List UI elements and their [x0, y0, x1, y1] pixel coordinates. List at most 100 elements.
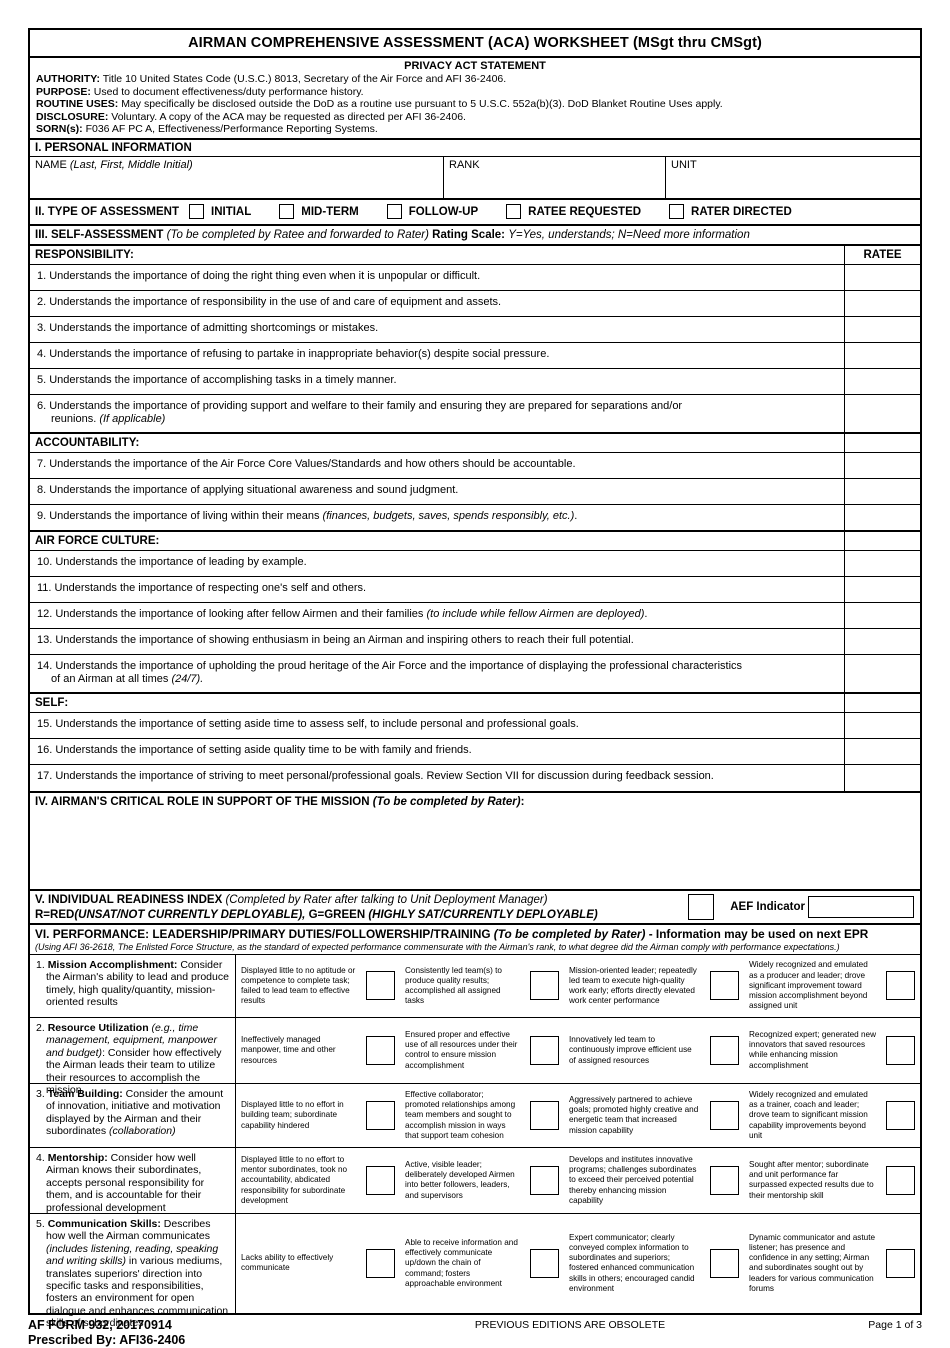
ratee-response-box[interactable]	[844, 342, 920, 368]
question-text: 11. Understands the importance of respec…	[37, 581, 367, 594]
performance-level-4-text: Widely recognized and emulated as a prod…	[749, 960, 868, 1011]
section-5-legend: R=RED(UNSAT/NOT CURRENTLY DEPLOYABLE), G…	[35, 909, 683, 921]
assessment-option-initial[interactable]: INITIAL	[189, 204, 252, 220]
ratee-response-box[interactable]	[844, 602, 920, 628]
criterion-number: 3.	[36, 1087, 45, 1100]
table-row: 5. Understands the importance of accompl…	[30, 368, 920, 395]
performance-level-3-checkbox-wrap	[704, 971, 744, 1001]
ratee-response-box[interactable]	[844, 576, 920, 602]
ratee-response-box[interactable]	[844, 452, 920, 478]
performance-level-4-checkbox-wrap	[880, 1100, 920, 1130]
assessment-option-rater-directed[interactable]: RATER DIRECTED	[669, 204, 792, 220]
performance-level-3-checkbox[interactable]	[709, 1035, 739, 1065]
checkbox-initial[interactable]	[189, 204, 204, 220]
question-tail: .	[574, 509, 578, 522]
performance-level-1-checkbox[interactable]	[365, 971, 395, 1001]
section-5-heading: V. INDIVIDUAL READINESS INDEX	[35, 893, 223, 906]
performance-level-1-checkbox-wrap	[360, 1100, 400, 1130]
assessment-option-initial-label: INITIAL	[211, 205, 252, 218]
ratee-response-box[interactable]	[844, 504, 920, 530]
assessment-option-ratee-requested[interactable]: RATEE REQUESTED	[506, 204, 641, 220]
performance-level-1-checkbox[interactable]	[365, 1165, 395, 1195]
rank-field[interactable]: RANK	[444, 156, 666, 198]
performance-criterion-text: 5. Communication Skills: Describes how w…	[36, 1218, 231, 1330]
ratee-response-box[interactable]	[844, 264, 920, 290]
ratee-response-box[interactable]	[844, 368, 920, 394]
performance-level-2-checkbox[interactable]	[529, 1248, 559, 1278]
legend-green-label: G=GREEN	[308, 908, 366, 921]
checkbox-rater-directed[interactable]	[669, 204, 685, 220]
group-label-air-force-culture: AIR FORCE CULTURE:	[35, 534, 160, 547]
table-row: 13. Understands the importance of showin…	[30, 628, 920, 655]
performance-row-team-building: 3. Team Building: Consider the amount of…	[30, 1082, 920, 1147]
page-number: Page 1 of 3	[868, 1318, 922, 1331]
section-4-heading: IV. AIRMAN'S CRITICAL ROLE IN SUPPORT OF…	[35, 795, 370, 808]
name-field[interactable]: NAME (Last, First, Middle Initial)	[30, 156, 444, 198]
privacy-text-sorn: F036 AF PC A, Effectiveness/Performance …	[85, 123, 378, 136]
performance-level-2-text: Ensured proper and effective use of all …	[405, 1030, 518, 1070]
question-text: 17. Understands the importance of strivi…	[37, 769, 714, 782]
table-row: 17. Understands the importance of strivi…	[30, 764, 920, 791]
privacy-text-disclosure: Voluntary. A copy of the ACA may be requ…	[111, 110, 466, 123]
rating-scale-value: Y=Yes, understands; N=Need more informat…	[508, 228, 750, 241]
performance-level-2-checkbox-wrap	[524, 1100, 564, 1130]
performance-level-1-checkbox[interactable]	[365, 1248, 395, 1278]
performance-level-2-checkbox[interactable]	[529, 1165, 559, 1195]
performance-level-2-checkbox[interactable]	[529, 1100, 559, 1130]
performance-level-3-checkbox[interactable]	[709, 1100, 739, 1130]
question-text: 1. Understands the importance of doing t…	[37, 269, 481, 282]
performance-level-3-checkbox[interactable]	[709, 971, 739, 1001]
name-hint: (Last, First, Middle Initial)	[69, 158, 193, 171]
question-sub-text: of an Airman at all times	[51, 673, 172, 686]
criterion-bold: Resource Utilization	[47, 1021, 149, 1034]
criterion-italic: (collaboration)	[109, 1125, 176, 1138]
performance-row-mentorship: 4. Mentorship: Consider how well Airman …	[30, 1146, 920, 1214]
ratee-response-box[interactable]	[844, 738, 920, 764]
criterion-number: 1.	[36, 958, 45, 971]
performance-level-4-text: Sought after mentor; subordinate and uni…	[749, 1160, 874, 1200]
question-main: 14. Understands the importance of uphold…	[37, 659, 743, 672]
performance-level-4-checkbox[interactable]	[885, 1248, 915, 1278]
performance-level-1-checkbox[interactable]	[365, 1100, 395, 1130]
checkbox-ratee-requested[interactable]	[506, 204, 522, 220]
section-4-heading-row: IV. AIRMAN'S CRITICAL ROLE IN SUPPORT OF…	[30, 793, 920, 811]
checkbox-mid-term[interactable]	[279, 204, 295, 220]
performance-level-4-checkbox[interactable]	[885, 971, 915, 1001]
table-row: 16. Understands the importance of settin…	[30, 738, 920, 765]
ratee-response-box[interactable]	[844, 712, 920, 738]
performance-level-3-text: Expert communicator; clearly conveyed co…	[569, 1232, 695, 1293]
table-row: 2. Understands the importance of respons…	[30, 290, 920, 317]
performance-level-1-checkbox[interactable]	[365, 1035, 395, 1065]
criterion-bold: Communication Skills:	[47, 1217, 161, 1230]
checkbox-follow-up[interactable]	[386, 204, 402, 220]
form-number: AF FORM 932, 20170914	[28, 1317, 172, 1332]
performance-level-3-checkbox[interactable]	[709, 1165, 739, 1195]
aef-indicator-input[interactable]	[808, 895, 914, 918]
performance-level-4-checkbox[interactable]	[885, 1035, 915, 1065]
ratee-response-box[interactable]	[844, 628, 920, 654]
performance-criterion-title: 3. Team Building: Consider the amount of…	[30, 1083, 236, 1147]
table-row: 8. Understands the importance of applyin…	[30, 478, 920, 505]
assessment-option-follow-up[interactable]: FOLLOW-UP	[386, 204, 478, 220]
readiness-index-box[interactable]	[688, 893, 715, 920]
ratee-response-box[interactable]	[844, 290, 920, 316]
ratee-response-box[interactable]	[844, 316, 920, 342]
privacy-act-title: PRIVACY ACT STATEMENT	[404, 60, 546, 72]
ratee-response-box[interactable]	[844, 478, 920, 504]
ratee-response-box[interactable]	[844, 654, 920, 692]
previous-editions-obsolete: PREVIOUS EDITIONS ARE OBSOLETE	[474, 1318, 666, 1331]
table-row: 14. Understands the importance of uphold…	[30, 654, 920, 693]
unit-field[interactable]: UNIT	[666, 157, 920, 198]
performance-level-2-checkbox[interactable]	[529, 1035, 559, 1065]
performance-level-3-checkbox[interactable]	[709, 1248, 739, 1278]
section-4-textarea[interactable]	[30, 811, 920, 889]
ratee-response-box[interactable]	[844, 394, 920, 432]
performance-level-4-checkbox[interactable]	[885, 1100, 915, 1130]
assessment-option-mid-term[interactable]: MID-TERM	[279, 204, 359, 220]
ratee-response-box[interactable]	[844, 550, 920, 576]
ratee-response-box[interactable]	[844, 764, 920, 791]
prescribed-by: Prescribed By: AFI36-2406	[28, 1332, 186, 1347]
performance-level-4-checkbox[interactable]	[885, 1165, 915, 1195]
performance-level-2-checkbox[interactable]	[529, 971, 559, 1001]
group-label-self: SELF:	[35, 696, 69, 709]
